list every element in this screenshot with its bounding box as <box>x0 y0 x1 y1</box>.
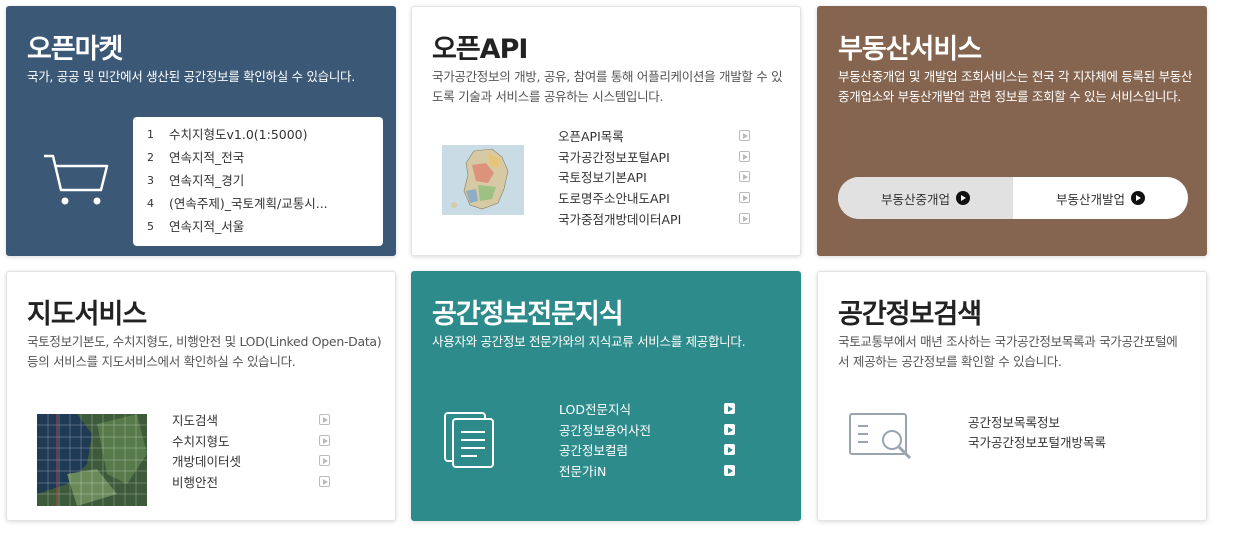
real-estate-title[interactable]: 부동산서비스 <box>838 27 982 66</box>
open-market-card[interactable]: 오픈마켓 국가, 공공 및 민간에서 생산된 공간정보를 확인하실 수 있습니다… <box>6 6 396 256</box>
spatial-search-links: 공간정보목록정보 국가공간정보포털개방목록 <box>968 412 1106 452</box>
list-item[interactable]: 4 (연속주제)_국토계획/교통시... <box>147 192 383 215</box>
document-icon <box>444 412 494 468</box>
rank-number: 1 <box>147 128 154 141</box>
list-item[interactable]: 국가공간정보포털개방목록 <box>968 432 1106 452</box>
map-grid-thumbnail <box>37 414 147 506</box>
link-label[interactable]: 국가공간정보포털API <box>558 147 670 166</box>
list-item[interactable]: 국가중점개방데이터API <box>558 208 750 229</box>
link-label[interactable]: 지도검색 <box>172 410 218 429</box>
list-item[interactable]: 개방데이터셋 <box>172 450 330 471</box>
arrow-right-icon[interactable] <box>319 413 330 425</box>
tab-label: 부동산개발업 <box>1055 191 1125 207</box>
rank-label[interactable]: 수치지형도v1.0(1:5000) <box>169 123 354 146</box>
rank-number: 2 <box>147 151 154 164</box>
arrow-right-icon[interactable] <box>724 464 735 476</box>
korea-map-thumbnail <box>442 145 524 215</box>
rank-number: 5 <box>147 220 154 233</box>
arrow-right-icon[interactable] <box>739 129 750 141</box>
list-item[interactable]: 공간정보용어사전 <box>559 419 735 440</box>
map-service-desc: 국토정보기본도, 수치지형도, 비행안전 및 LOD(Linked Open-D… <box>27 334 382 369</box>
rank-label[interactable]: 연속지적_전국 <box>169 146 354 169</box>
rank-label[interactable]: 연속지적_서울 <box>169 215 354 238</box>
rank-label[interactable]: (연속주제)_국토계획/교통시... <box>169 192 354 215</box>
tab-development[interactable]: 부동산개발업 <box>1013 177 1188 219</box>
link-label[interactable]: 전문가iN <box>559 461 606 480</box>
list-item[interactable]: 국가공간정보포털API <box>558 146 750 167</box>
list-item[interactable]: 1 수치지형도v1.0(1:5000) <box>147 123 383 146</box>
map-service-card[interactable]: 지도서비스 국토정보기본도, 수치지형도, 비행안전 및 LOD(Linked … <box>6 271 396 521</box>
link-label[interactable]: 국가중점개방데이터API <box>558 209 681 228</box>
spatial-search-title[interactable]: 공간정보검색 <box>838 292 982 331</box>
link-label[interactable]: 공간정보용어사전 <box>559 420 651 439</box>
expert-knowledge-title[interactable]: 공간정보전문지식 <box>432 292 624 331</box>
list-item[interactable]: 도로명주소안내도API <box>558 187 750 208</box>
arrow-right-icon[interactable] <box>724 444 735 456</box>
arrow-right-icon[interactable] <box>319 455 330 467</box>
list-item[interactable]: 비행안전 <box>172 471 330 492</box>
spatial-search-desc: 국토교통부에서 매년 조사하는 국가공간정보목록과 국가공간포털에서 제공하는 … <box>838 334 1178 369</box>
map-service-title[interactable]: 지도서비스 <box>27 292 147 331</box>
link-label[interactable]: 개방데이터셋 <box>172 451 241 470</box>
document-search-icon <box>849 413 912 460</box>
real-estate-desc: 부동산중개업 및 개발업 조회서비스는 전국 각 지자체에 등록된 부동산중개업… <box>838 69 1193 104</box>
arrow-right-icon[interactable] <box>319 434 330 446</box>
arrow-right-icon[interactable] <box>739 150 750 162</box>
list-item[interactable]: 국토정보기본API <box>558 166 750 187</box>
link-label[interactable]: LOD전문지식 <box>559 399 631 418</box>
service-grid: 오픈마켓 국가, 공공 및 민간에서 생산된 공간정보를 확인하실 수 있습니다… <box>0 0 1252 555</box>
arrow-right-icon[interactable] <box>724 423 735 435</box>
open-market-title[interactable]: 오픈마켓 <box>27 27 123 66</box>
expert-knowledge-card[interactable]: 공간정보전문지식 사용자와 공간정보 전문가와의 지식교류 서비스를 제공합니다… <box>411 271 801 521</box>
link-label[interactable]: 비행안전 <box>172 472 218 491</box>
link-label[interactable]: 오픈API목록 <box>558 126 624 145</box>
open-market-desc: 국가, 공공 및 민간에서 생산된 공간정보를 확인하실 수 있습니다. <box>27 69 355 84</box>
expert-knowledge-links: LOD전문지식 공간정보용어사전 공간정보컬럼 전문가iN <box>559 398 735 481</box>
list-item[interactable]: 지도검색 <box>172 409 330 430</box>
map-service-links: 지도검색 수치지형도 개방데이터셋 비행안전 <box>172 409 330 492</box>
link-label[interactable]: 국토정보기본API <box>558 167 647 186</box>
link-label[interactable]: 도로명주소안내도API <box>558 188 670 207</box>
popular-data-list: 1 수치지형도v1.0(1:5000) 2 연속지적_전국 3 연속지적_경기 4 (연… <box>133 117 383 246</box>
list-item[interactable]: 3 연속지적_경기 <box>147 169 383 192</box>
spatial-search-card[interactable]: 공간정보검색 국토교통부에서 매년 조사하는 국가공간정보목록과 국가공간포털에… <box>817 271 1207 521</box>
list-item[interactable]: 전문가iN <box>559 460 735 481</box>
arrow-circle-icon <box>1131 191 1145 205</box>
arrow-right-icon[interactable] <box>739 212 750 224</box>
arrow-right-icon[interactable] <box>739 171 750 183</box>
rank-label[interactable]: 연속지적_경기 <box>169 169 354 192</box>
tab-label: 부동산중개업 <box>880 191 950 207</box>
list-item[interactable]: LOD전문지식 <box>559 398 735 419</box>
list-item[interactable]: 공간정보목록정보 <box>968 412 1106 432</box>
link-label[interactable]: 수치지형도 <box>172 431 230 450</box>
open-api-card[interactable]: 오픈API 국가공간정보의 개방, 공유, 참여를 통해 어플리케이션을 개발할… <box>411 6 801 256</box>
real-estate-tabs: 부동산중개업 부동산개발업 <box>838 177 1188 219</box>
open-api-links: 오픈API목록 국가공간정보포털API 국토정보기본API 도로명주소안내도AP… <box>558 125 750 228</box>
open-api-desc: 국가공간정보의 개방, 공유, 참여를 통해 어플리케이션을 개발할 수 있도록… <box>432 69 783 104</box>
list-item[interactable]: 오픈API목록 <box>558 125 750 146</box>
open-api-title[interactable]: 오픈API <box>432 27 528 66</box>
rank-number: 3 <box>147 174 154 187</box>
rank-number: 4 <box>147 197 154 210</box>
list-item[interactable]: 공간정보컬럼 <box>559 439 735 460</box>
arrow-right-icon[interactable] <box>739 191 750 203</box>
expert-knowledge-desc: 사용자와 공간정보 전문가와의 지식교류 서비스를 제공합니다. <box>432 334 746 349</box>
tab-brokerage[interactable]: 부동산중개업 <box>838 177 1013 219</box>
link-label[interactable]: 공간정보컬럼 <box>559 440 628 459</box>
list-item[interactable]: 5 연속지적_서울 <box>147 215 383 238</box>
list-item[interactable]: 수치지형도 <box>172 430 330 451</box>
real-estate-card[interactable]: 부동산서비스 부동산중개업 및 개발업 조회서비스는 전국 각 지자체에 등록된… <box>817 6 1207 256</box>
arrow-circle-icon <box>956 191 970 205</box>
arrow-right-icon[interactable] <box>724 402 735 414</box>
list-item[interactable]: 2 연속지적_전국 <box>147 146 383 169</box>
arrow-right-icon[interactable] <box>319 475 330 487</box>
cart-icon <box>44 154 109 205</box>
